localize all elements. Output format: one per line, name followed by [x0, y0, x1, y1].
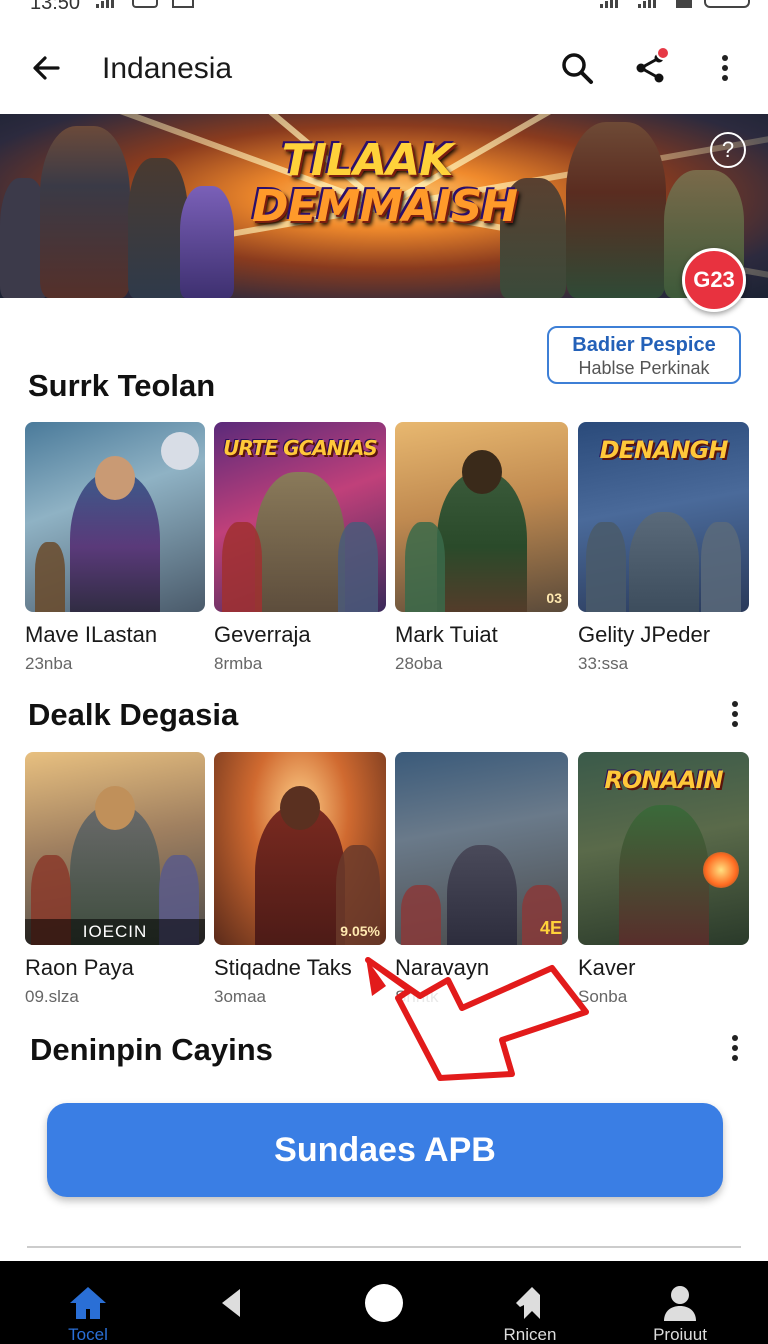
page-title: Indanesia [102, 52, 233, 85]
game-name: Gelity JPeder [578, 622, 711, 647]
banner-character [128, 158, 188, 298]
banner-character [40, 126, 130, 298]
sim2-icon [676, 0, 692, 8]
logo-line-1: TILAAK [281, 135, 454, 186]
art-corner-label: 4E [539, 918, 562, 938]
game-card[interactable]: 9.05% Stiqadne Taks 3omaa [214, 752, 386, 1007]
game-meta: Shntk [395, 987, 439, 1006]
more-options-button[interactable] [703, 46, 747, 90]
more-vert-icon [710, 48, 740, 88]
banner-character [566, 122, 666, 298]
nav-item-rnicen[interactable]: Rnicen [490, 1281, 570, 1344]
art-corner-label: 03 [546, 590, 562, 606]
status-time: 13:50 [30, 0, 81, 14]
game-row: Mave ILastan 23nba URTE GCANIAS Geverraj… [25, 422, 749, 682]
art-footer-label: IOECIN [25, 919, 205, 945]
nav-item-home[interactable]: Tocel [48, 1281, 128, 1344]
nav-back-button[interactable] [194, 1281, 274, 1344]
help-button[interactable]: ? [710, 132, 746, 168]
game-name: Naravayn [395, 955, 490, 980]
nav-home-button[interactable] [344, 1281, 424, 1344]
game-thumbnail [25, 422, 205, 612]
section-more-button[interactable] [720, 1028, 750, 1068]
section-title: Deninpin Cayins [30, 1032, 273, 1067]
search-icon [562, 53, 593, 84]
nav-label: Proiuut [653, 1325, 707, 1344]
back-triangle-icon [222, 1289, 240, 1317]
hero-banner[interactable]: TILAAK DEMMAISH [0, 114, 768, 298]
game-logo: TILAAK DEMMAISH [252, 135, 518, 232]
game-card[interactable]: IOECIN Raon Paya 09.slza [25, 752, 205, 1007]
message-icon [132, 0, 158, 8]
game-card[interactable]: 4E Naravayn Shntk [395, 752, 568, 1007]
notification-dot [656, 46, 670, 60]
art-title: DENANGH [599, 436, 729, 464]
nav-item-profile[interactable]: Proiuut [640, 1281, 720, 1344]
section-title: Surrk Teolan [28, 368, 216, 403]
home-icon [70, 1287, 106, 1319]
search-button[interactable] [555, 46, 599, 90]
game-name: Mark Tuiat [395, 622, 498, 647]
game-thumbnail: 03 [395, 422, 568, 612]
game-name: Kaver [578, 955, 636, 980]
promo-subtitle: Hablse Perkinak [578, 358, 710, 378]
game-meta: 33:ssa [578, 654, 629, 673]
bottom-nav-bar: Tocel Rnicen Proiuut [0, 1261, 768, 1344]
cell-signal-icon [638, 0, 656, 8]
arrow-left-icon [33, 56, 60, 80]
profile-icon [664, 1286, 696, 1321]
share-button[interactable] [628, 46, 672, 90]
nav-label: Tocel [68, 1325, 108, 1344]
promo-title: Badier Pespice [572, 334, 716, 356]
divider [27, 1246, 741, 1248]
art-title: RONAAIN [604, 766, 723, 794]
back-button[interactable] [24, 46, 68, 90]
game-meta: 23nba [25, 654, 73, 673]
primary-action-button[interactable]: Sundaes APB [47, 1103, 723, 1197]
badge-button[interactable]: G23 [682, 248, 746, 312]
game-thumbnail: RONAAIN [578, 752, 749, 945]
game-card[interactable]: URTE GCANIAS Geverraja 8rmba [214, 422, 386, 674]
game-card[interactable]: Mave ILastan 23nba [25, 422, 205, 674]
game-thumbnail: IOECIN [25, 752, 205, 945]
banner-character [180, 186, 234, 298]
sim-icon [172, 0, 194, 8]
section-title: Dealk Degasia [28, 697, 239, 732]
game-meta: 28oba [395, 654, 443, 673]
game-name: Geverraja [214, 622, 311, 647]
status-bar: 13:50 [0, 0, 768, 14]
game-row: IOECIN Raon Paya 09.slza 9.05% Stiqadne … [25, 752, 749, 1012]
signal-icon [96, 0, 114, 8]
section-more-button[interactable] [720, 694, 750, 734]
game-thumbnail: 9.05% [214, 752, 386, 945]
bookmark-icon [516, 1287, 540, 1319]
home-circle-icon [365, 1284, 403, 1322]
art-corner-label: 9.05% [340, 923, 380, 939]
game-name: Raon Paya [25, 955, 134, 980]
battery-icon [704, 0, 750, 8]
game-thumbnail: URTE GCANIAS [214, 422, 386, 612]
logo-line-2: DEMMAISH [252, 181, 518, 232]
game-thumbnail: 4E [395, 752, 568, 945]
game-card[interactable]: 03 Mark Tuiat 28oba [395, 422, 568, 674]
wifi-signal-icon [600, 0, 618, 8]
game-card[interactable]: DENANGH Gelity JPeder 33:ssa [578, 422, 749, 674]
game-meta: 09.slza [25, 987, 79, 1006]
promo-chip[interactable]: Badier Pespice Hablse Perkinak [547, 326, 741, 384]
game-meta: 8rmba [214, 654, 263, 673]
nav-label: Rnicen [503, 1325, 557, 1344]
game-card[interactable]: RONAAIN Kaver Sonba [578, 752, 749, 1007]
game-meta: 3omaa [214, 987, 266, 1006]
art-title: URTE GCANIAS [223, 436, 378, 460]
game-meta: Sonba [578, 987, 628, 1006]
game-name: Stiqadne Taks [214, 955, 352, 980]
game-name: Mave ILastan [25, 622, 158, 647]
app-bar: Indanesia [0, 22, 768, 114]
game-thumbnail: DENANGH [578, 422, 749, 612]
